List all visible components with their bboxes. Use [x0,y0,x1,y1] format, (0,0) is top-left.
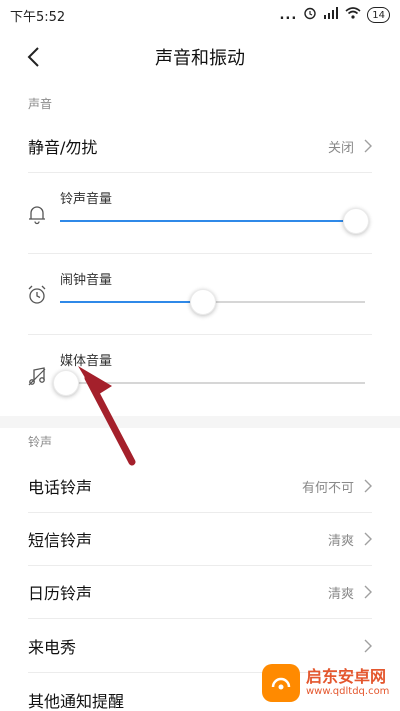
watermark-url: www.qdltdq.com [306,686,390,697]
section-label-sound: 声音 [28,97,53,111]
row-calendar-ringtone[interactable]: 日历铃声 清爽 [0,566,400,618]
volume-label: 媒体音量 [60,354,113,369]
row-label: 静音/勿扰 [28,138,98,157]
row-value: 关闭 [327,140,354,156]
bell-icon [29,206,45,225]
row-value: 清爽 [327,533,354,549]
battery-indicator: 14 [367,7,390,23]
row-label: 来电秀 [28,638,77,657]
slider-thumb[interactable] [190,289,217,315]
volume-row-media: 媒体音量 [0,335,400,415]
slider-fill [60,301,204,303]
row-value: 清爽 [327,586,354,602]
slider-track [60,382,365,384]
watermark: 启东安卓网 www.qdltdq.com [262,661,392,705]
chevron-right-icon [364,532,372,546]
status-icons: ... 14 [279,6,390,24]
status-time: 下午5:52 [10,9,66,25]
watermark-logo-icon [262,664,300,702]
chevron-left-icon [27,47,39,67]
row-do-not-disturb[interactable]: 静音/勿扰 关闭 [0,120,400,172]
volume-label: 闹钟音量 [60,273,113,288]
status-bar: 下午5:52 ... 14 [0,0,400,30]
chevron-right-icon [364,585,372,599]
section-label-ringtone: 铃声 [28,435,53,449]
slider-fill [60,220,356,222]
signal-icon [323,7,339,23]
volume-label: 铃声音量 [60,192,113,207]
slider-thumb[interactable] [53,370,80,396]
wifi-icon [345,7,361,23]
music-note-icon [28,367,46,386]
chevron-right-icon [364,639,372,653]
more-dots-icon: ... [279,7,298,23]
row-phone-ringtone[interactable]: 电话铃声 有何不可 [0,460,400,512]
chevron-right-icon [364,139,372,153]
row-label: 短信铃声 [28,531,93,550]
row-value: 有何不可 [301,480,354,496]
volume-row-ringtone: 铃声音量 [0,173,400,253]
slider-thumb[interactable] [342,208,369,234]
section-separator [0,416,400,428]
row-label: 日历铃声 [28,584,93,603]
row-label: 其他通知提醒 [28,692,125,711]
chevron-right-icon [364,479,372,493]
alarm-status-icon [303,6,317,24]
watermark-title: 启东安卓网 [306,667,387,686]
header: 声音和振动 [0,30,400,84]
row-label: 电话铃声 [28,478,93,497]
alarm-clock-icon [28,285,46,304]
page-title: 声音和振动 [155,48,245,69]
back-button[interactable] [18,42,48,72]
volume-row-alarm: 闹钟音量 [0,254,400,334]
row-sms-ringtone[interactable]: 短信铃声 清爽 [0,513,400,565]
divider [28,618,372,619]
